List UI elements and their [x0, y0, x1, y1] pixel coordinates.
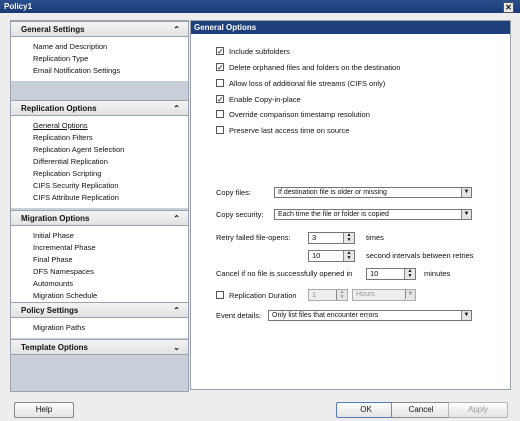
include-subfolders-checkbox[interactable]: ✓ [216, 47, 224, 56]
sidebar: General Settings ⌃ Name and Description … [10, 20, 189, 392]
section-general-settings-body: Name and Description Replication Type Em… [11, 37, 188, 81]
sidebar-item-replication-scripting[interactable]: Replication Scripting [33, 169, 101, 179]
sidebar-item-dfs-namespaces[interactable]: DFS Namespaces [33, 267, 94, 277]
sidebar-item-general-options[interactable]: General Options [33, 121, 88, 131]
dropdown-arrow-icon[interactable]: ▼ [461, 188, 471, 197]
apply-button[interactable]: Apply [448, 402, 508, 418]
duration-spinner[interactable]: 1 ▲ ▼ [308, 289, 348, 301]
retry-times-unit: times [366, 233, 384, 242]
collapse-icon[interactable]: ⌃ [173, 22, 180, 38]
cancel-minutes-spinner[interactable]: 10 ▲ ▼ [366, 268, 416, 280]
title-bar: Policy1 ✕ [0, 0, 520, 13]
cancel-button[interactable]: Cancel [391, 402, 451, 418]
section-replication-options[interactable]: Replication Options ⌃ [11, 100, 188, 116]
dropdown-arrow-icon[interactable]: ▼ [461, 210, 471, 219]
allow-stream-loss-checkbox[interactable] [216, 79, 224, 87]
sidebar-item-migration-schedule[interactable]: Migration Schedule [33, 291, 97, 301]
replication-duration-checkbox[interactable] [216, 291, 224, 299]
cancel-label: Cancel if no file is successfully opened… [216, 269, 353, 278]
copy-files-label: Copy files: [216, 188, 252, 197]
collapse-icon[interactable]: ⌃ [173, 211, 180, 227]
event-details-label: Event details: [216, 311, 262, 320]
override-timestamp-checkbox[interactable] [216, 110, 224, 118]
sidebar-item-replication-filters[interactable]: Replication Filters [33, 133, 93, 143]
retry-label: Retry failed file-opens: [216, 233, 291, 242]
help-button[interactable]: Help [14, 402, 74, 418]
retry-interval-spinner[interactable]: 10 ▲ ▼ [308, 250, 355, 262]
sidebar-item-replication-type[interactable]: Replication Type [33, 54, 88, 64]
section-template-options[interactable]: Template Options ⌄ [11, 339, 188, 355]
sidebar-item-migration-paths[interactable]: Migration Paths [33, 323, 85, 333]
window-title: Policy1 [4, 2, 33, 11]
section-replication-options-body: General Options Replication Filters Repl… [11, 116, 188, 208]
section-migration-options-body: Initial Phase Incremental Phase Final Ph… [11, 226, 188, 306]
enable-copy-in-place-checkbox[interactable]: ✓ [216, 95, 224, 104]
sidebar-item-email-notification-settings[interactable]: Email Notification Settings [33, 66, 120, 76]
section-policy-settings-body: Migration Paths [11, 318, 188, 338]
sidebar-item-final-phase[interactable]: Final Phase [33, 255, 73, 265]
delete-orphaned-checkbox[interactable]: ✓ [216, 63, 224, 72]
close-icon[interactable]: ✕ [503, 2, 514, 13]
general-options-panel: General Options ✓ Include subfolders ✓ D… [190, 20, 511, 390]
section-policy-settings[interactable]: Policy Settings ⌃ [11, 302, 188, 318]
sidebar-item-automounts[interactable]: Automounts [33, 279, 73, 289]
copy-files-select[interactable]: If destination file is older or missing … [274, 187, 472, 198]
spinner-arrows-icon[interactable]: ▲ ▼ [336, 290, 347, 300]
section-migration-options[interactable]: Migration Options ⌃ [11, 210, 188, 226]
event-details-select[interactable]: Only list files that encounter errors ▼ [268, 310, 472, 321]
section-general-settings[interactable]: General Settings ⌃ [11, 21, 188, 37]
dropdown-arrow-icon[interactable]: ▼ [461, 311, 471, 320]
panel-title: General Options [191, 21, 510, 34]
sidebar-item-replication-agent-selection[interactable]: Replication Agent Selection [33, 145, 124, 155]
collapse-icon[interactable]: ⌃ [173, 101, 180, 117]
sidebar-item-initial-phase[interactable]: Initial Phase [33, 231, 74, 241]
sidebar-item-incremental-phase[interactable]: Incremental Phase [33, 243, 96, 253]
collapse-icon[interactable]: ⌃ [173, 303, 180, 319]
retry-times-spinner[interactable]: 3 ▲ ▼ [308, 232, 355, 244]
ok-button[interactable]: OK [336, 402, 396, 418]
retry-interval-unit: second intervals between retries [366, 251, 474, 260]
preserve-access-time-checkbox[interactable] [216, 126, 224, 134]
sidebar-item-cifs-attribute-replication[interactable]: CIFS Attribute Replication [33, 193, 119, 203]
copy-security-select[interactable]: Each time the file or folder is copied ▼ [274, 209, 472, 220]
cancel-unit: minutes [424, 269, 451, 278]
spinner-arrows-icon[interactable]: ▲ ▼ [343, 251, 354, 261]
sidebar-item-differential-replication[interactable]: Differential Replication [33, 157, 108, 167]
sidebar-item-name-and-description[interactable]: Name and Description [33, 42, 107, 52]
spinner-arrows-icon[interactable]: ▲ ▼ [343, 233, 354, 243]
dropdown-arrow-icon[interactable]: ▼ [405, 290, 415, 299]
copy-security-label: Copy security: [216, 210, 264, 219]
duration-unit-select[interactable]: Hours ▼ [352, 289, 416, 301]
dialog-window: General Settings ⌃ Name and Description … [0, 13, 520, 421]
sidebar-item-cifs-security-replication[interactable]: CIFS Security Replication [33, 181, 118, 191]
spinner-arrows-icon[interactable]: ▲ ▼ [404, 269, 415, 279]
expand-icon[interactable]: ⌄ [173, 340, 180, 356]
